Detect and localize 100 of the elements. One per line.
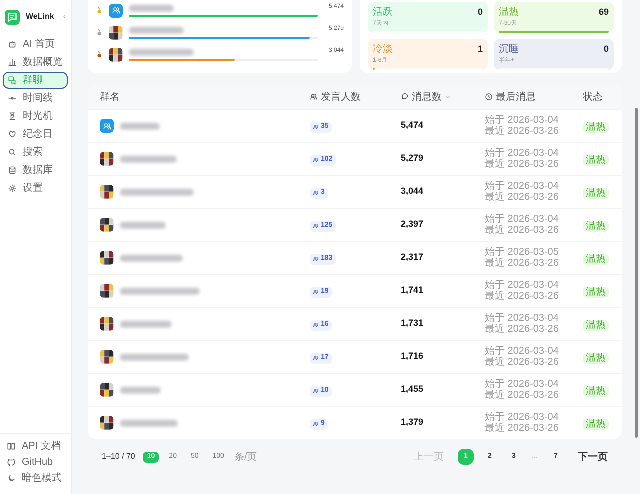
sidebar-link[interactable]: API 文档: [3, 438, 68, 454]
activity-label: 沉睡: [499, 42, 519, 57]
message-count: 1,731: [401, 317, 424, 330]
people-icon: [313, 256, 319, 262]
bar-chart-icon: [8, 58, 17, 67]
blurred-name: [120, 156, 177, 162]
blurred-name: [129, 4, 174, 12]
chat-logo-icon: [5, 10, 20, 24]
message-count: 1,741: [401, 284, 424, 298]
blurred-name: [120, 386, 161, 394]
scrollbar[interactable]: [635, 108, 638, 438]
result-range: 1–10 / 70: [102, 451, 136, 463]
activity-label: 温热: [499, 6, 519, 20]
activity-label: 活跃: [373, 6, 393, 20]
blurred-name: [120, 320, 172, 328]
sidebar-item[interactable]: 数据概览: [3, 54, 68, 71]
people-icon: [313, 190, 319, 196]
blurred-name: [120, 222, 166, 228]
activity-count: 69: [598, 6, 609, 19]
sidebar-item[interactable]: 纪念日: [3, 126, 68, 143]
status-tag: 温热: [583, 353, 609, 364]
page-size-unit: 条/页: [234, 450, 258, 464]
blurred-name: [120, 354, 189, 360]
sidebar-item[interactable]: AI 首页: [3, 36, 68, 53]
blurred-name: [129, 48, 194, 56]
message-count: 1,716: [401, 350, 424, 364]
first-date: 始于 2026-03-04: [485, 214, 559, 225]
activity-count: 0: [604, 42, 609, 56]
app-name: WeLink: [26, 11, 56, 23]
column-header[interactable]: 发言人数: [321, 90, 361, 104]
sidebar-item[interactable]: 时光机: [3, 108, 68, 125]
status-tag: 温热: [583, 188, 609, 199]
status-tag: 温热: [583, 122, 609, 133]
activity-label: 冷淡: [373, 43, 393, 57]
column-header[interactable]: 群名: [100, 90, 120, 104]
status-tag: 温热: [583, 287, 609, 298]
last-date: 最近 2026-03-26: [485, 192, 559, 203]
message-count: 2,397: [401, 218, 424, 232]
status-tag: 温热: [583, 221, 609, 232]
people-icon: [112, 6, 120, 15]
search-icon: [8, 148, 17, 157]
message-count: 5,279: [401, 152, 424, 166]
last-date: 最近 2026-03-26: [485, 390, 559, 401]
first-date: 始于 2026-03-04: [485, 280, 559, 291]
timeline-icon: [8, 94, 17, 103]
last-date: 最近 2026-03-26: [485, 291, 559, 302]
status-tag: 温热: [583, 155, 609, 166]
blurred-name: [120, 122, 160, 130]
sidebar-item[interactable]: 时间线: [3, 90, 68, 107]
activity-count: 0: [478, 6, 483, 19]
column-header[interactable]: 最后消息: [496, 90, 536, 104]
sort-caret-icon: [445, 94, 451, 100]
message-count: 5,474: [401, 119, 424, 132]
people-icon: [313, 124, 319, 130]
people-icon: [313, 223, 319, 229]
first-date: 始于 2026-03-04: [485, 115, 559, 126]
moon-icon: [7, 474, 16, 482]
message-count: 3,044: [401, 185, 424, 198]
speech-bubble-icon: [401, 93, 409, 101]
first-date: 始于 2026-03-04: [485, 379, 559, 390]
activity-count: 1: [478, 42, 483, 56]
hourglass-icon: [8, 112, 17, 121]
first-date: 始于 2026-03-04: [485, 412, 559, 423]
sidebar-link[interactable]: GitHub: [3, 454, 68, 470]
sidebar-item[interactable]: 数据库: [3, 162, 68, 179]
last-date: 最近 2026-03-26: [485, 159, 559, 170]
people-icon: [313, 322, 319, 328]
heart-icon: [8, 130, 17, 139]
people-icon: [310, 93, 318, 101]
status-tag: 温热: [583, 386, 609, 397]
sidebar-item[interactable]: 搜索: [3, 144, 68, 161]
sidebar-item[interactable]: 群聊: [3, 72, 68, 89]
book-icon: [7, 442, 16, 450]
last-date: 最近 2026-03-26: [485, 126, 559, 137]
blurred-name: [129, 26, 184, 34]
status-tag: 温热: [583, 320, 609, 331]
sidebar-link[interactable]: 暗色模式: [3, 470, 68, 486]
people-icon: [313, 157, 319, 163]
clock-icon: [485, 93, 493, 101]
robot-icon: [8, 40, 17, 49]
last-date: 最近 2026-03-26: [485, 225, 559, 236]
medal-icon: [96, 50, 103, 59]
people-icon: [313, 388, 319, 394]
message-count: 1,379: [401, 416, 424, 430]
people-icon: [102, 122, 112, 130]
column-header[interactable]: 消息数: [412, 90, 442, 104]
last-date: 最近 2026-03-26: [485, 324, 559, 335]
blurred-name: [120, 420, 178, 426]
gear-icon: [8, 184, 17, 193]
sidebar-item[interactable]: 设置: [3, 180, 68, 197]
message-count: 2,317: [401, 251, 424, 264]
medal-icon: [96, 28, 103, 37]
next-page-button[interactable]: 下一页: [578, 450, 608, 464]
first-date: 始于 2026-03-04: [485, 313, 559, 324]
column-header[interactable]: 状态: [583, 90, 603, 104]
first-date: 始于 2026-03-04: [485, 181, 559, 192]
last-date: 最近 2026-03-26: [485, 357, 559, 368]
last-date: 最近 2026-03-26: [485, 258, 559, 269]
first-date: 始于 2026-03-05: [485, 247, 559, 258]
status-tag: 温热: [583, 254, 609, 265]
